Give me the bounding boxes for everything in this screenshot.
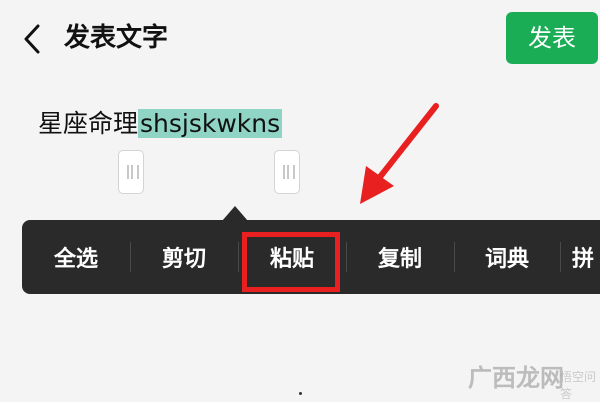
top-bar: 发表文字 发表	[0, 0, 600, 76]
watermark: 广西龙网	[468, 364, 564, 392]
grip-icon	[283, 165, 295, 179]
page-title: 发表文字	[64, 23, 169, 53]
menu-item-cut[interactable]: 剪切	[130, 220, 238, 294]
menu-item-copy[interactable]: 复制	[346, 220, 454, 294]
menu-item-select-all[interactable]: 全选	[22, 220, 130, 294]
chevron-left-icon[interactable]	[16, 22, 50, 56]
dot	[299, 392, 302, 395]
grip-icon	[127, 165, 139, 179]
watermark-subtext: 悟空问答	[560, 370, 597, 401]
plain-text: 星座命理	[38, 109, 139, 138]
selected-text[interactable]: shsjskwkns	[138, 109, 283, 138]
menu-item-more[interactable]: 拼	[560, 220, 600, 294]
menu-item-dictionary[interactable]: 词典	[454, 220, 560, 294]
selection-end-handle[interactable]	[274, 150, 300, 194]
red-arrow-icon	[360, 103, 439, 204]
paste-highlight-box	[242, 232, 340, 292]
publish-button[interactable]: 发表	[506, 12, 598, 64]
editor-text[interactable]: 星座命理shsjskwkns	[38, 106, 283, 142]
menu-pointer	[222, 206, 248, 221]
selection-start-handle[interactable]	[118, 150, 144, 194]
